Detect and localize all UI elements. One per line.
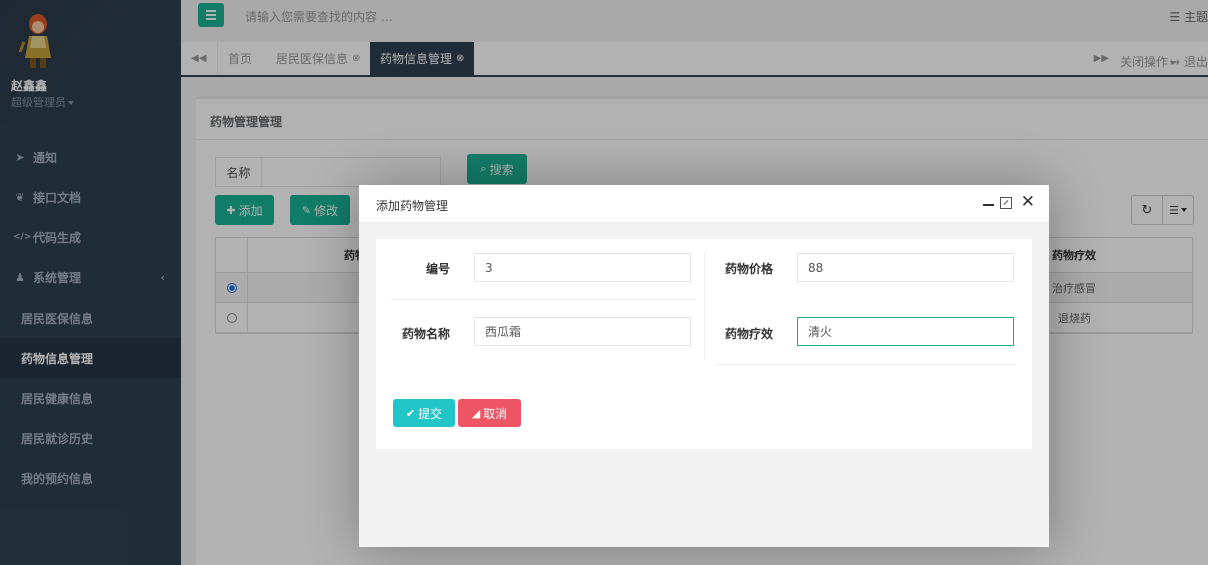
maximize-icon[interactable]: [1000, 197, 1012, 209]
drug-form: 编号 3 药物价格 88 药物名称 西瓜霜 药物疗效 清火 ✔ 提交 ◢ 取消: [376, 239, 1032, 449]
close-icon[interactable]: ✕: [1021, 194, 1035, 211]
name-input[interactable]: 西瓜霜: [474, 317, 691, 346]
divider: [704, 253, 705, 360]
divider: [716, 364, 1016, 365]
effect-input[interactable]: 清火: [797, 317, 1014, 346]
cancel-button[interactable]: ◢ 取消: [458, 399, 521, 427]
name-label: 药物名称: [401, 327, 450, 341]
effect-label: 药物疗效: [724, 327, 773, 341]
minimize-icon[interactable]: [983, 204, 994, 206]
eraser-icon: ◢: [471, 406, 481, 420]
modal-title: 添加药物管理: [376, 199, 449, 213]
id-input[interactable]: 3: [474, 253, 691, 282]
cancel-button-label: 取消: [483, 406, 508, 421]
divider: [391, 299, 696, 300]
check-icon: ✔: [405, 406, 416, 420]
price-input[interactable]: 88: [797, 253, 1014, 282]
modal-header: 添加药物管理 ✕: [359, 185, 1049, 223]
submit-button[interactable]: ✔ 提交: [393, 399, 455, 427]
add-drug-modal: 添加药物管理 ✕ 编号 3 药物价格 88 药物名称 西瓜霜 药物疗效 清火 ✔…: [359, 185, 1049, 547]
price-label: 药物价格: [724, 262, 773, 276]
id-label: 编号: [425, 262, 450, 276]
submit-button-label: 提交: [418, 406, 443, 421]
